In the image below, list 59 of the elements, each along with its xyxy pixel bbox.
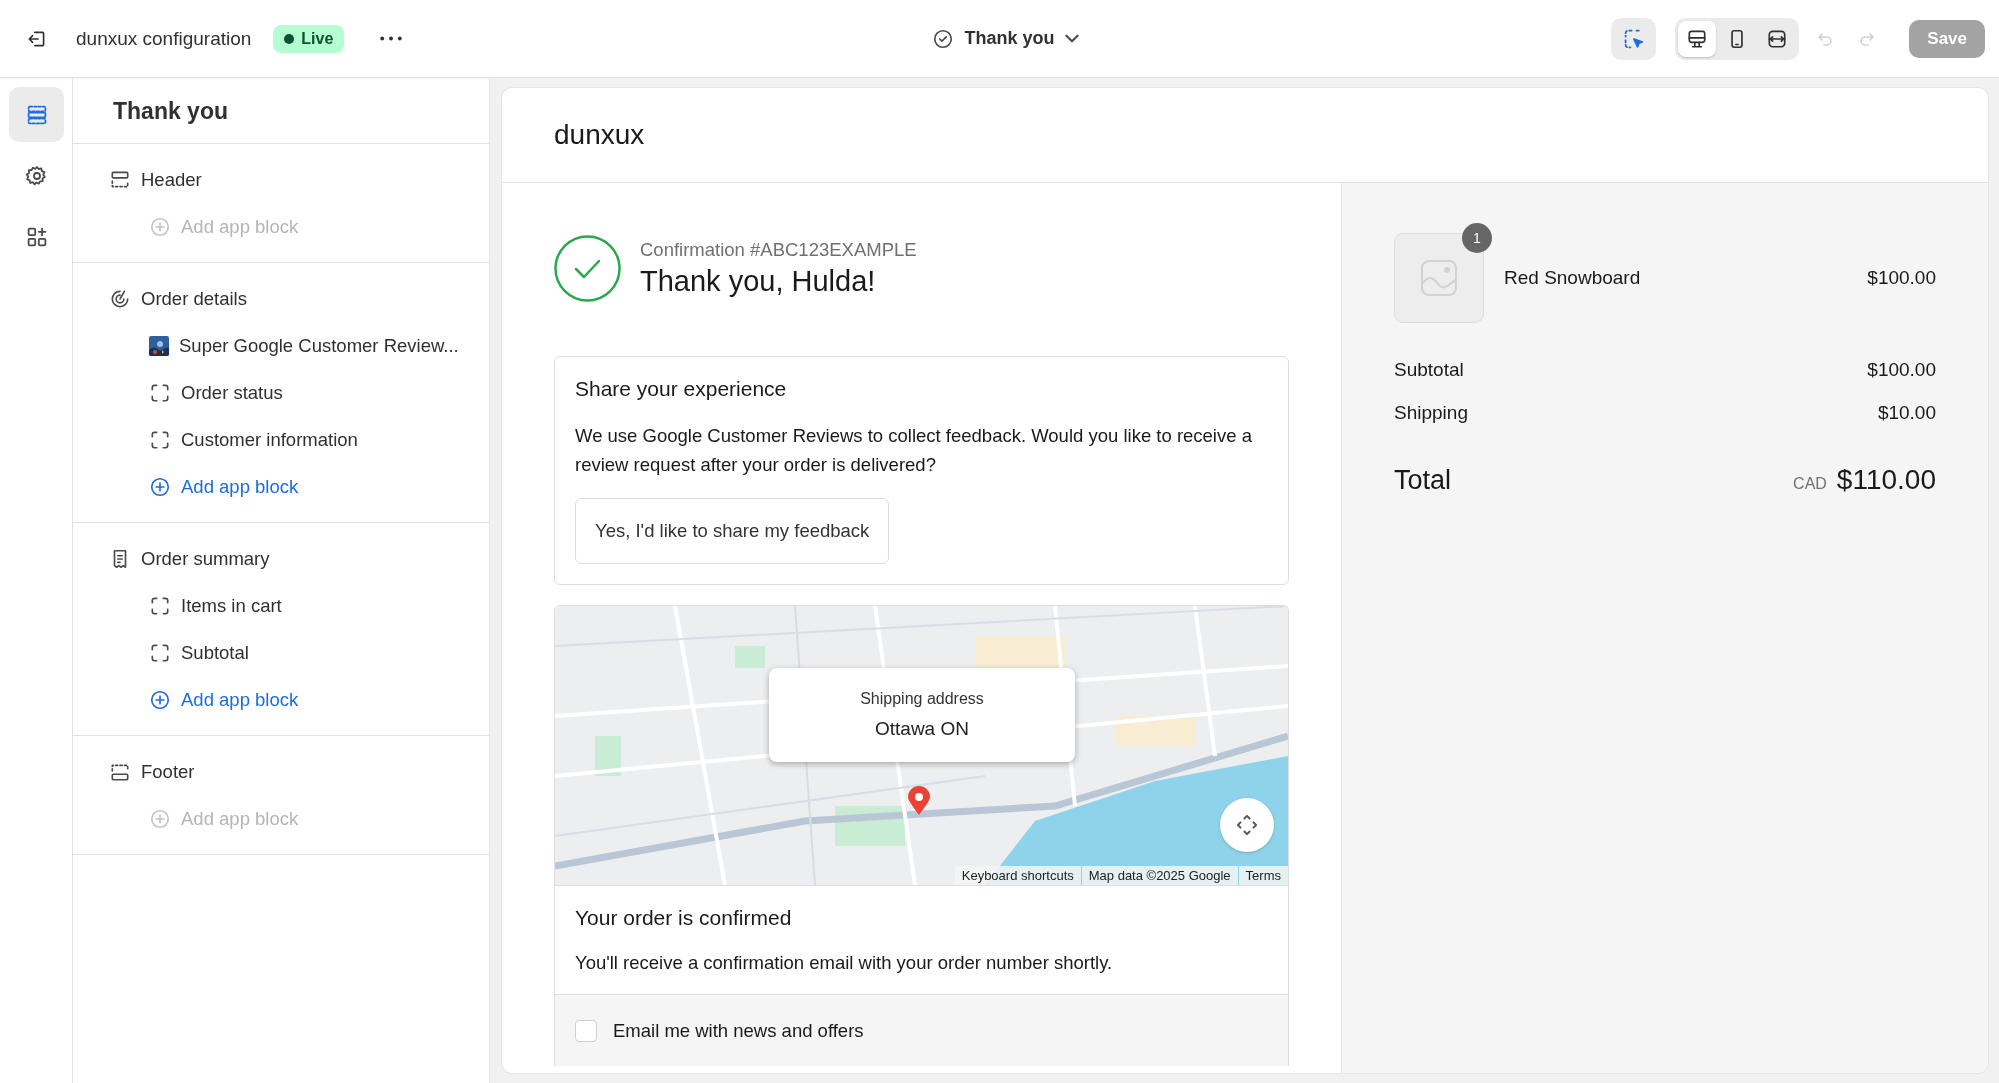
summary-label: Shipping — [1394, 402, 1468, 424]
panel-title: Thank you — [113, 98, 228, 125]
thank-you-heading: Thank you, Hulda! — [640, 265, 877, 298]
block-item[interactable]: Order status — [73, 369, 489, 416]
confirmation-number: Confirmation #ABC123EXAMPLE — [640, 239, 917, 261]
block-item[interactable]: Subtotal — [73, 629, 489, 676]
desktop-view-button[interactable] — [1678, 20, 1717, 57]
map-pin-icon — [907, 786, 931, 816]
block-item[interactable]: Customer information — [73, 416, 489, 463]
settings-icon — [24, 163, 49, 188]
check-circle-icon — [932, 27, 955, 50]
popup-label: Shipping address — [860, 690, 984, 708]
checkbox[interactable] — [575, 1019, 597, 1042]
desktop-icon — [1686, 27, 1709, 50]
add-circle-icon — [149, 475, 171, 498]
add-circle-icon — [149, 688, 171, 711]
popup-address: Ottawa ON — [875, 718, 969, 740]
add-circle-icon — [149, 807, 171, 830]
quantity-badge: 1 — [1462, 223, 1492, 253]
check-circle-icon — [554, 235, 621, 302]
map-attribution-link[interactable]: Terms — [1238, 866, 1288, 885]
card-title: Your order is confirmed — [575, 906, 793, 930]
summary-value: $100.00 — [1867, 359, 1936, 381]
add-app-block-link[interactable]: Add app block — [73, 676, 489, 723]
feedback-button[interactable]: Yes, I'd like to share my feedback — [575, 498, 890, 564]
block-item[interactable]: Items in cart — [73, 582, 489, 629]
product-price: $100.00 — [1867, 267, 1936, 289]
status-badge: Live — [273, 24, 345, 53]
total-label: Total — [1394, 465, 1452, 496]
recenter-icon — [1234, 812, 1260, 838]
app-logo-icon — [149, 335, 169, 356]
section-item[interactable]: Order details — [73, 275, 489, 322]
currency-code: CAD — [1793, 475, 1827, 493]
add-app-block-link[interactable]: Add app block — [73, 463, 489, 510]
section-item[interactable]: Header — [73, 156, 489, 203]
block-item[interactable]: Super Google Customer Review... — [73, 322, 489, 369]
page-selector[interactable]: Thank you — [932, 27, 1079, 50]
store-title: dunxux configuration — [76, 27, 252, 50]
summary-label: Subtotal — [1394, 359, 1464, 381]
inspector-button[interactable] — [1611, 17, 1657, 60]
card-text: You'll receive a confirmation email with your order number shortly. — [575, 952, 1114, 974]
image-placeholder-icon — [1419, 258, 1459, 298]
card-title: Share your experience — [575, 377, 788, 401]
map-attribution-link[interactable]: Keyboard shortcuts — [954, 866, 1081, 885]
ellipsis-icon — [380, 36, 403, 41]
shop-name: dunxux — [554, 119, 645, 151]
map-attribution-link[interactable]: Map data ©2025 Google — [1081, 866, 1238, 885]
product-name: Red Snowboard — [1504, 267, 1642, 289]
full-width-icon — [1766, 27, 1789, 50]
total-amount: $110.00 — [1836, 464, 1936, 496]
checkbox-label: Email me with news and offers — [613, 1019, 864, 1042]
sections-tab[interactable] — [9, 87, 64, 142]
section-item[interactable]: Footer — [73, 748, 489, 795]
summary-value: $10.00 — [1877, 402, 1936, 424]
more-button[interactable] — [380, 36, 403, 41]
chevron-down-icon — [1064, 34, 1079, 43]
add-circle-icon — [149, 215, 171, 238]
section-item[interactable]: Order summary — [73, 535, 489, 582]
card-text: We use Google Customer Reviews to collect feedback. Would you like to receive a review request after your order is delivered? — [575, 424, 1253, 477]
